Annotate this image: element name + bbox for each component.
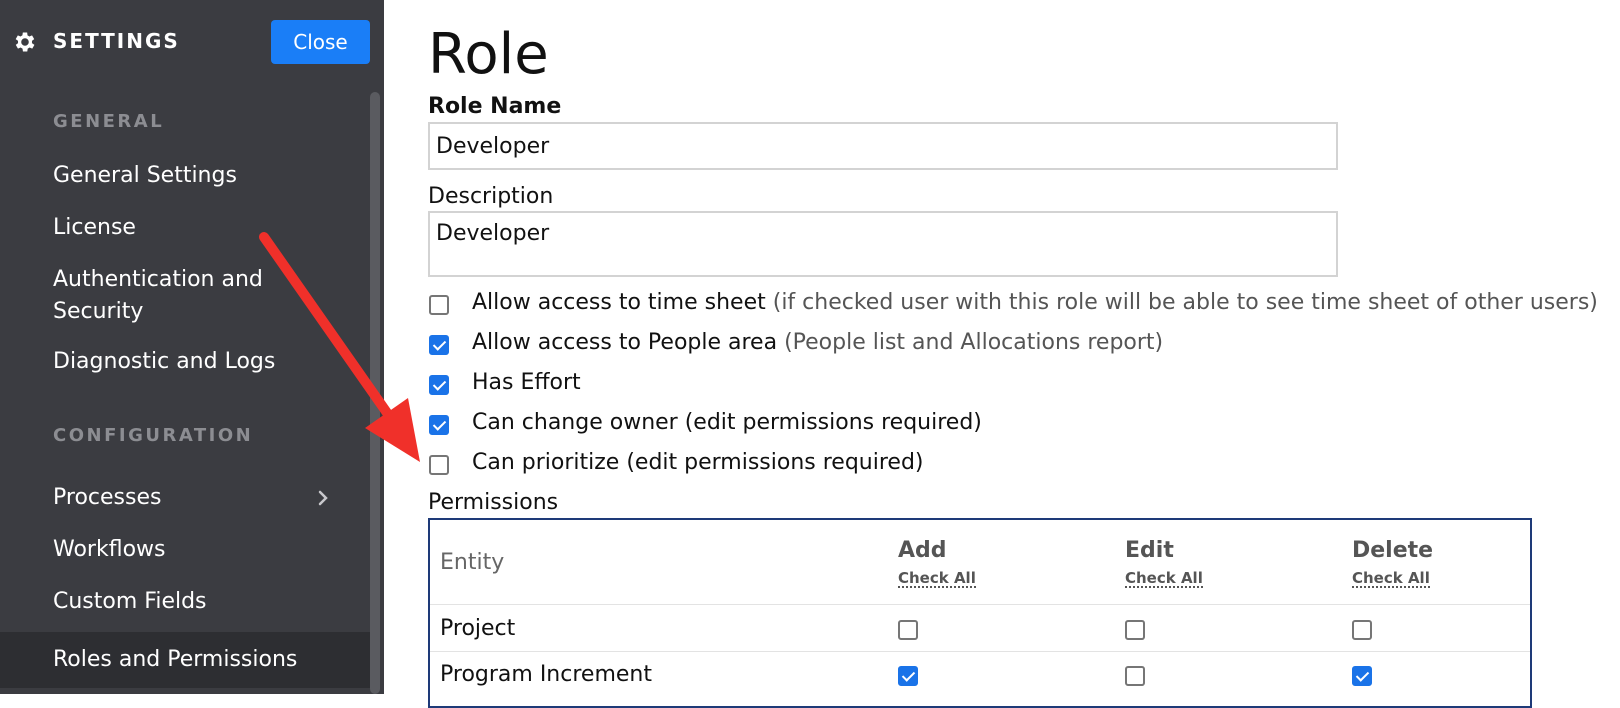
page-title: Role — [428, 22, 549, 87]
can-prioritize-label: Can prioritize (edit permissions require… — [472, 450, 924, 475]
row-divider — [430, 651, 1530, 652]
option-hint: (if checked user with this role will be … — [772, 290, 1598, 315]
option-label: Allow access to People area — [472, 330, 778, 355]
permissions-label: Permissions — [428, 490, 559, 515]
edit-check-all-link[interactable]: Check All — [1125, 570, 1203, 588]
project-edit-checkbox[interactable] — [1125, 620, 1145, 640]
table-row-project-entity: Project — [440, 616, 516, 641]
sidebar-header: SETTINGS Close — [0, 0, 384, 84]
sidebar-item-custom-fields[interactable]: Custom Fields — [53, 586, 207, 618]
sidebar-item-general-settings[interactable]: General Settings — [53, 160, 237, 192]
description-label: Description — [428, 184, 554, 209]
permissions-table: Entity Add Check All Edit Check All Dele… — [428, 518, 1532, 708]
option-hint: (People list and Allocations report) — [784, 330, 1164, 355]
has-effort-label: Has Effort — [472, 370, 581, 395]
sidebar-item-processes[interactable]: Processes — [53, 482, 161, 514]
role-name-field[interactable] — [428, 122, 1338, 170]
entity-column-header: Entity — [440, 550, 505, 575]
sidebar-title: SETTINGS — [53, 29, 180, 53]
chevron-right-icon[interactable] — [316, 488, 330, 508]
edit-column-header: Edit — [1125, 538, 1174, 563]
has-effort-checkbox[interactable] — [429, 375, 449, 395]
people-area-access-label: Allow access to People area (People list… — [472, 330, 1163, 355]
time-sheet-access-checkbox[interactable] — [429, 295, 449, 315]
delete-column-header: Delete — [1352, 538, 1434, 563]
time-sheet-access-label: Allow access to time sheet (if checked u… — [472, 290, 1598, 315]
gear-icon — [15, 32, 35, 52]
section-header-configuration: CONFIGURATION — [53, 425, 254, 446]
sidebar-item-diagnostic-and-logs[interactable]: Diagnostic and Logs — [53, 346, 275, 378]
sidebar-item-license[interactable]: License — [53, 212, 136, 244]
add-check-all-link[interactable]: Check All — [898, 570, 976, 588]
delete-check-all-link[interactable]: Check All — [1352, 570, 1430, 588]
settings-sidebar: SETTINGS Close GENERAL General Settings … — [0, 0, 384, 694]
can-change-owner-checkbox[interactable] — [429, 415, 449, 435]
program-increment-delete-checkbox[interactable] — [1352, 666, 1372, 686]
sidebar-item-workflows[interactable]: Workflows — [53, 534, 165, 566]
people-area-access-checkbox[interactable] — [429, 335, 449, 355]
sidebar-item-roles-and-permissions[interactable]: Roles and Permissions — [53, 644, 297, 676]
program-increment-edit-checkbox[interactable] — [1125, 666, 1145, 686]
can-change-owner-label: Can change owner (edit permissions requi… — [472, 410, 982, 435]
role-editor: Role Role Name Description Developer All… — [384, 0, 1620, 708]
option-label: Allow access to time sheet — [472, 290, 766, 315]
close-button[interactable]: Close — [271, 20, 370, 64]
program-increment-add-checkbox[interactable] — [898, 666, 918, 686]
section-header-general: GENERAL — [53, 111, 165, 132]
sidebar-item-authentication-and-security[interactable]: Authentication and Security — [53, 264, 283, 328]
role-name-label: Role Name — [428, 94, 562, 119]
sidebar-scrollbar[interactable] — [370, 92, 380, 694]
project-delete-checkbox[interactable] — [1352, 620, 1372, 640]
can-prioritize-checkbox[interactable] — [429, 455, 449, 475]
row-divider — [430, 604, 1530, 605]
add-column-header: Add — [898, 538, 947, 563]
project-add-checkbox[interactable] — [898, 620, 918, 640]
table-row-program-increment-entity: Program Increment — [440, 662, 652, 687]
description-field[interactable]: Developer — [428, 211, 1338, 277]
